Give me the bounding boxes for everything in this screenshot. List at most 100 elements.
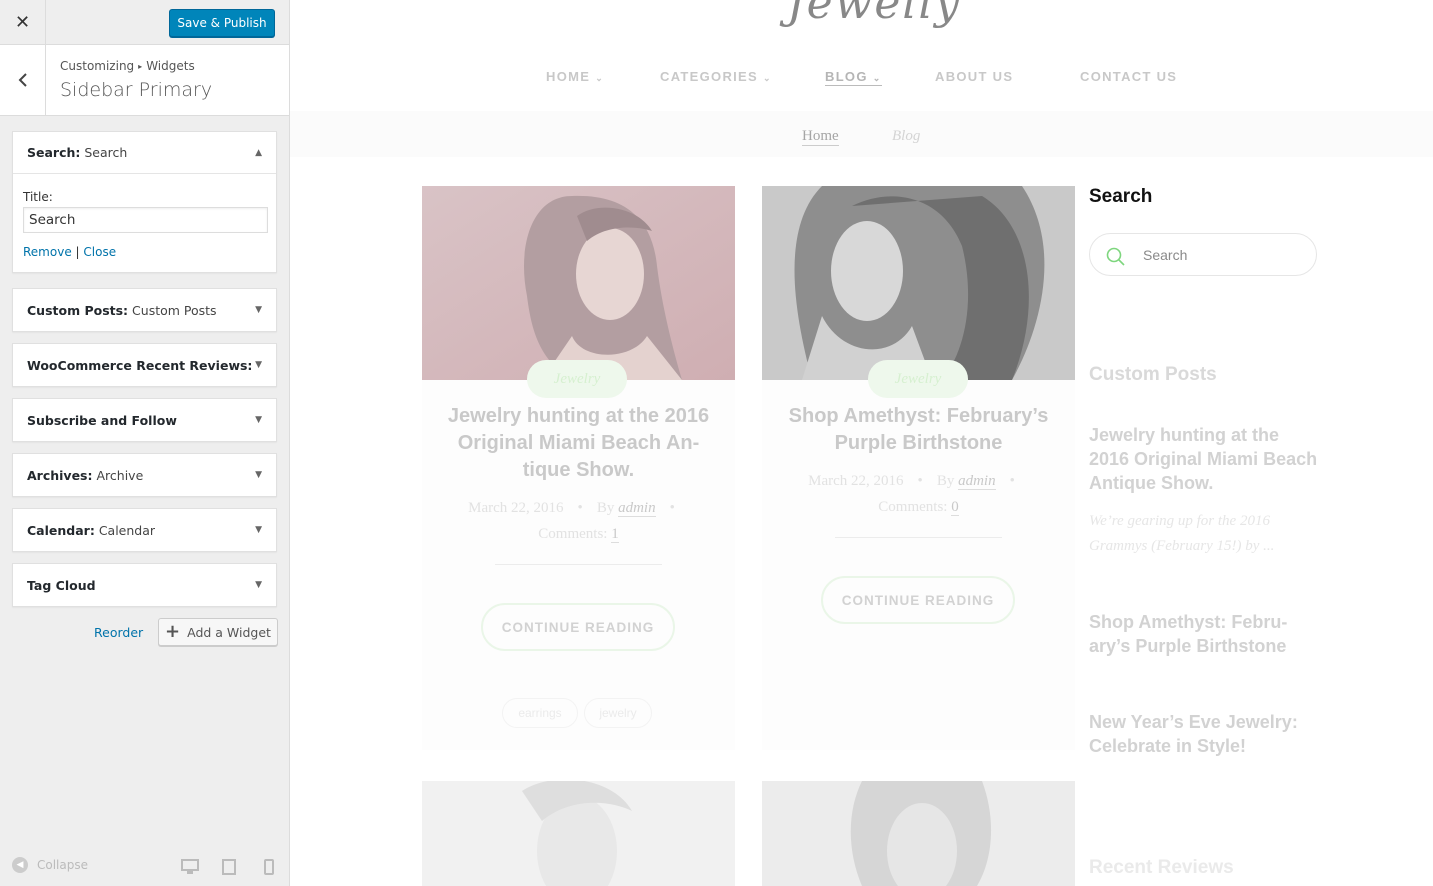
breadcrumb-bar <box>290 111 1433 157</box>
recent-reviews-title: Recent Reviews <box>1089 857 1234 878</box>
widget-calendar-header[interactable]: Calendar: Calendar ▼ <box>13 509 276 551</box>
widget-woocommerce-reviews[interactable]: WooCommerce Recent Reviews: ... ▼ <box>12 343 277 387</box>
custom-post-link[interactable]: New Year’s Eve Jewelry: Celebrate in Sty… <box>1089 710 1319 758</box>
breadcrumb-widgets: Widgets <box>146 59 195 73</box>
post-image[interactable] <box>422 781 735 886</box>
category-badge[interactable]: Jewelry <box>527 360 627 398</box>
search-placeholder: Search <box>1143 247 1188 263</box>
continue-reading-button[interactable]: CONTINUE READING <box>481 603 675 651</box>
add-widget-button[interactable]: + Add a Widget <box>158 618 278 646</box>
post-author-link[interactable]: admin <box>958 473 996 490</box>
nav-about-label: ABOUT US <box>935 69 1014 84</box>
close-icon[interactable]: ✕ <box>0 0 46 44</box>
nav-contact-label: CONTACT US <box>1080 69 1178 84</box>
post-image[interactable] <box>762 781 1075 886</box>
custom-post-link[interactable]: Shop Amethyst: Febru-ary’s Purple Births… <box>1089 610 1319 658</box>
post-title[interactable]: Shop Amethyst: February’s Purple Birthst… <box>782 403 1055 457</box>
reorder-link[interactable]: Reorder <box>94 625 143 640</box>
arrow-down-icon[interactable]: ▼ <box>255 470 262 480</box>
post-meta: March 22, 2016 • By admin • <box>808 473 1015 490</box>
divider <box>495 564 662 565</box>
add-widget-label: Add a Widget <box>187 624 271 640</box>
desktop-icon[interactable] <box>181 859 199 879</box>
breadcrumb-home-link[interactable]: Home <box>802 128 839 146</box>
nav-categories-label: CATEGORIES <box>660 69 758 84</box>
nav-categories[interactable]: CATEGORIES ⌄ <box>660 69 772 84</box>
title-input[interactable] <box>23 207 268 233</box>
post-card <box>422 781 735 886</box>
save-publish-button[interactable]: Save & Publish <box>169 9 275 37</box>
post-date: March 22, 2016 <box>808 473 904 489</box>
close-link[interactable]: Close <box>83 245 116 259</box>
breadcrumb-separator-icon: ▸ <box>138 62 143 71</box>
comments-count[interactable]: 0 <box>951 499 959 516</box>
nav-blog-label: BLOG <box>825 69 868 84</box>
widget-search-header[interactable]: Search: Search ▲ <box>13 132 276 174</box>
chevron-down-icon: ⌄ <box>872 73 882 83</box>
tablet-icon[interactable] <box>222 859 236 879</box>
post-by: By <box>936 473 955 489</box>
tag-jewelry[interactable]: jewelry <box>584 698 652 728</box>
customizer-header: ✕ Save & Publish <box>0 0 289 45</box>
widget-custom-posts-header[interactable]: Custom Posts: Custom Posts ▼ <box>13 289 276 331</box>
comments-count[interactable]: 1 <box>611 526 619 543</box>
widget-subscribe-follow[interactable]: Subscribe and Follow ▼ <box>12 398 277 442</box>
divider <box>835 537 1002 538</box>
arrow-down-icon[interactable]: ▼ <box>255 580 262 590</box>
nav-contact[interactable]: CONTACT US <box>1080 69 1177 84</box>
tag-earrings[interactable]: earrings <box>502 698 578 728</box>
widget-subtitle: Calendar <box>98 522 156 538</box>
site-logo[interactable]: Jewelly <box>787 0 961 29</box>
remove-link[interactable]: Remove <box>23 245 72 259</box>
widget-name: Subscribe and Follow <box>27 412 177 428</box>
post-image[interactable] <box>422 186 735 380</box>
widget-custom-posts[interactable]: Custom Posts: Custom Posts ▼ <box>12 288 277 332</box>
arrow-down-icon[interactable]: ▼ <box>255 525 262 535</box>
custom-post-link[interactable]: Jewelry hunting at the 2016 Original Mia… <box>1089 423 1319 495</box>
post-date: March 22, 2016 <box>468 500 564 516</box>
nav-home[interactable]: HOME ⌄ <box>546 69 604 84</box>
arrow-up-icon[interactable]: ▲ <box>255 148 262 158</box>
widget-calendar[interactable]: Calendar: Calendar ▼ <box>12 508 277 552</box>
collapse-icon: ◀ <box>12 857 28 873</box>
widget-tag-cloud[interactable]: Tag Cloud ▼ <box>12 563 277 607</box>
customizer-footer: ◀ Collapse <box>0 850 289 886</box>
post-title[interactable]: Jewelry hunting at the 2016 Original Mia… <box>442 403 715 484</box>
post-author-link[interactable]: admin <box>618 500 656 517</box>
widget-woocommerce-reviews-header[interactable]: WooCommerce Recent Reviews: ... ▼ <box>13 344 276 386</box>
mobile-icon[interactable] <box>263 859 275 879</box>
widget-archives[interactable]: Archives: Archive ▼ <box>12 453 277 497</box>
search-icon <box>1106 247 1125 266</box>
section-title: Sidebar Primary <box>60 79 213 101</box>
nav-about[interactable]: ABOUT US <box>935 69 1013 84</box>
post-image[interactable] <box>762 186 1075 380</box>
post-comments: Comments: 0 <box>762 495 1075 520</box>
chevron-down-icon: ⌄ <box>763 73 772 83</box>
back-icon[interactable] <box>0 45 46 115</box>
nav-blog[interactable]: BLOG ⌄ <box>825 69 882 86</box>
widget-name: Archives: <box>27 467 93 483</box>
chevron-down-icon: ⌄ <box>595 73 605 83</box>
widget-subtitle: Search <box>84 145 128 160</box>
collapse-label: Collapse <box>37 858 88 872</box>
action-divider: | <box>75 245 80 259</box>
arrow-down-icon[interactable]: ▼ <box>255 305 262 315</box>
continue-reading-button[interactable]: CONTINUE READING <box>821 576 1015 624</box>
arrow-down-icon[interactable]: ▼ <box>255 360 262 370</box>
widget-subscribe-follow-header[interactable]: Subscribe and Follow ▼ <box>13 399 276 441</box>
widget-subtitle: Archive <box>96 467 144 483</box>
category-badge[interactable]: Jewelry <box>868 360 968 398</box>
widget-tag-cloud-header[interactable]: Tag Cloud ▼ <box>13 564 276 606</box>
widget-archives-header[interactable]: Archives: Archive ▼ <box>13 454 276 496</box>
custom-posts-title: Custom Posts <box>1089 364 1217 385</box>
arrow-down-icon[interactable]: ▼ <box>255 415 262 425</box>
sidebar-search-input[interactable]: Search <box>1089 233 1317 276</box>
collapse-button[interactable]: ◀ Collapse <box>12 857 88 873</box>
widget-name: WooCommerce Recent Reviews: ... <box>27 357 256 373</box>
customizer-panel: ✕ Save & Publish Customizing ▸ Widgets Sid… <box>0 0 290 886</box>
post-meta: March 22, 2016 • By admin • <box>468 500 675 517</box>
widget-search-form: Title: Remove | Close <box>13 174 276 272</box>
widget-subtitle: Custom Posts <box>132 302 217 318</box>
post-comments: Comments: 1 <box>422 522 735 547</box>
plus-icon: + <box>165 621 181 642</box>
